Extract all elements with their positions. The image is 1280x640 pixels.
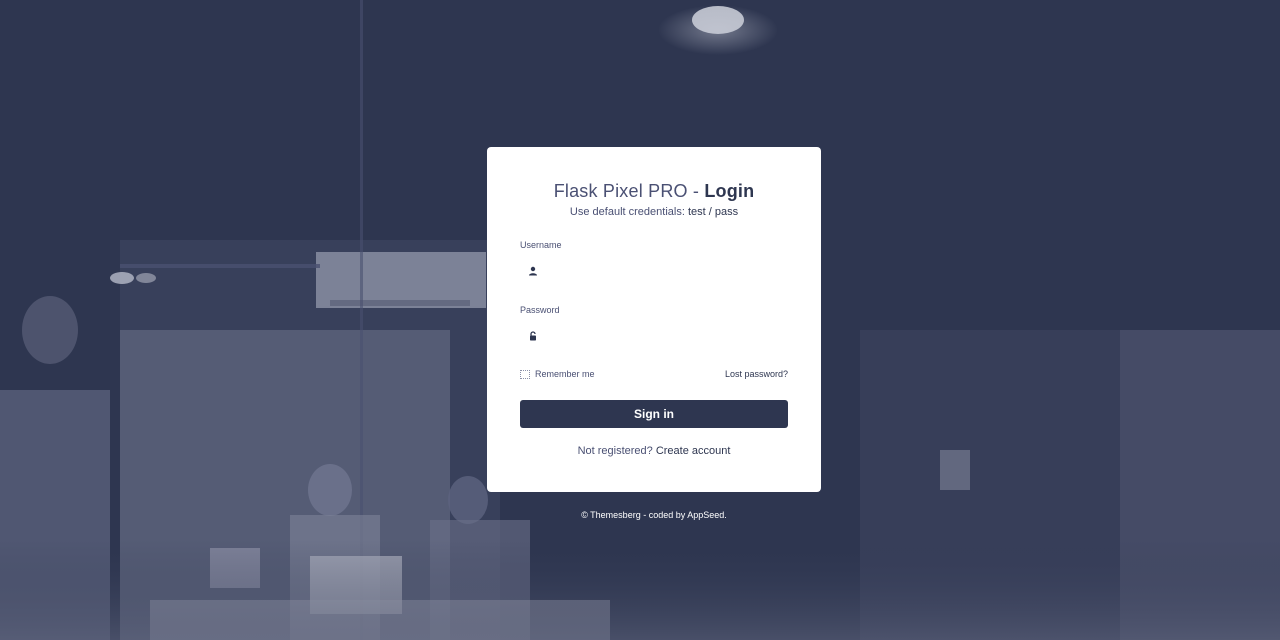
unlock-icon	[520, 331, 546, 341]
remember-me-label: Remember me	[535, 369, 595, 379]
footer: © Themesberg - coded by AppSeed.	[487, 510, 821, 520]
username-input[interactable]	[546, 256, 788, 286]
footer-end: .	[724, 510, 727, 520]
footer-author-link[interactable]: AppSeed	[687, 510, 724, 520]
username-input-group	[520, 256, 788, 286]
create-account-link[interactable]: Create account	[656, 445, 731, 457]
sign-in-button[interactable]: Sign in	[520, 400, 788, 428]
login-subtitle: Use default credentials: test / pass	[487, 206, 821, 218]
register-prompt-text: Not registered?	[577, 445, 656, 457]
login-title: Flask Pixel PRO - Login	[487, 181, 821, 202]
footer-copyright: © Themesberg	[581, 510, 641, 520]
username-label: Username	[520, 240, 562, 250]
lost-password-link[interactable]: Lost password?	[725, 369, 788, 379]
login-title-strong: Login	[704, 181, 755, 201]
login-title-prefix: Flask Pixel PRO -	[553, 181, 705, 201]
remember-me[interactable]: Remember me	[520, 369, 595, 379]
footer-separator: - coded by	[640, 510, 688, 520]
default-credentials: test / pass	[687, 206, 739, 218]
password-input-group	[520, 321, 788, 351]
password-label: Password	[520, 305, 560, 315]
password-input[interactable]	[546, 321, 788, 351]
subtitle-prefix: Use default credentials:	[569, 206, 688, 218]
register-prompt: Not registered? Create account	[487, 445, 821, 457]
login-card: Flask Pixel PRO - Login Use default cred…	[487, 147, 821, 492]
remember-me-checkbox[interactable]	[520, 369, 530, 379]
user-icon	[520, 266, 546, 276]
